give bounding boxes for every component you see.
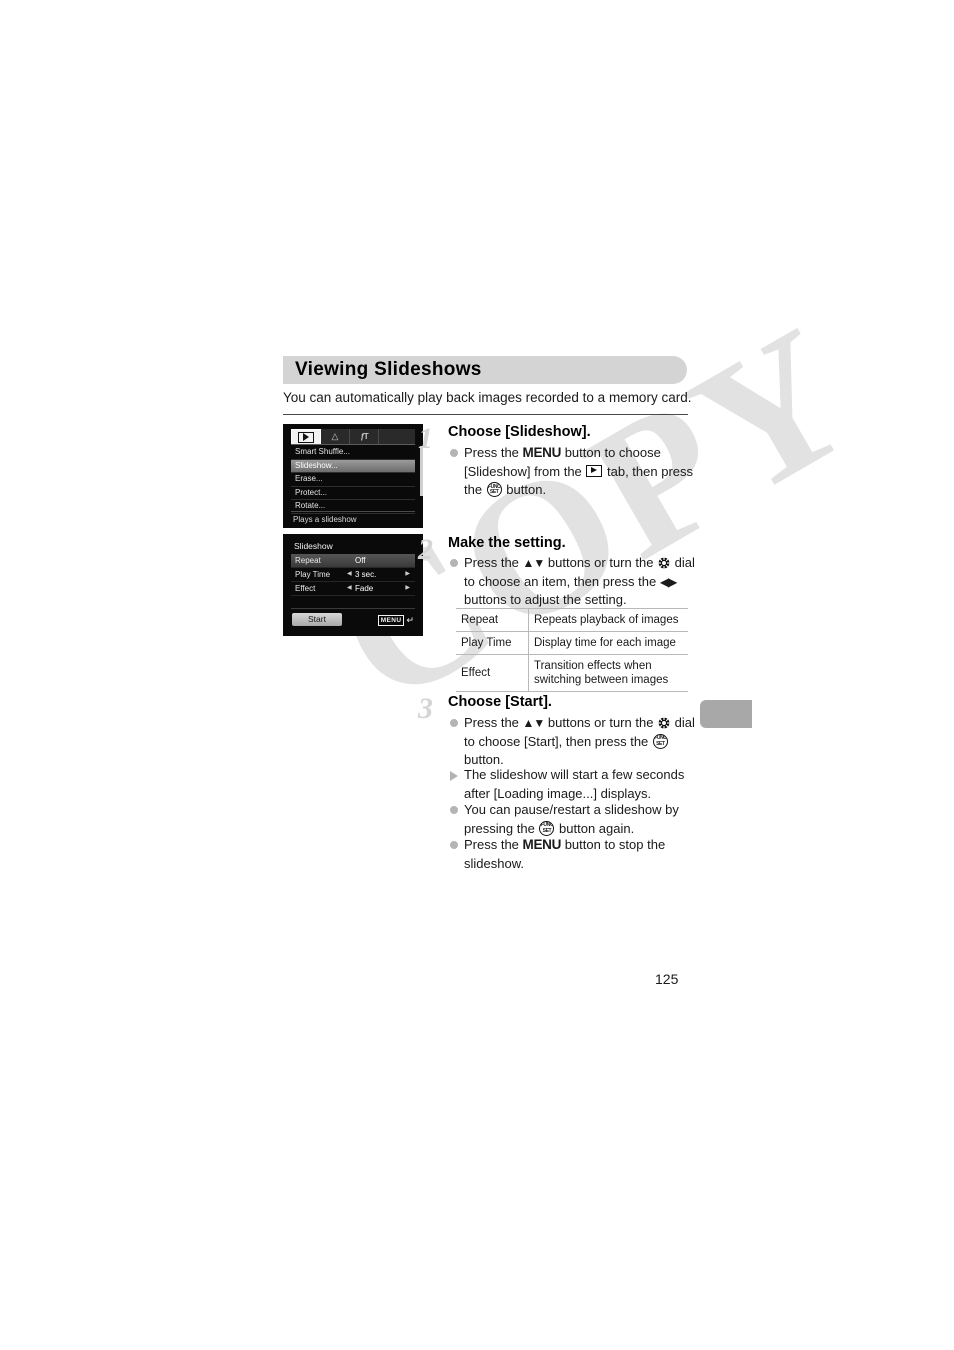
left-right-buttons-glyph: ◀▶ [659,574,677,589]
step3-bullet-1-text: Press the ▲▼ buttons or turn the dial to… [464,715,695,767]
setting-row-repeat[interactable]: Repeat Off [291,554,415,568]
setting-label-play-time: Play Time [295,570,331,579]
table-cell-desc-play-time: Display time for each image [534,637,676,649]
table-cell-desc-effect: Transition effects when switching betwee… [534,660,669,686]
menu-button-glyph: MENU [522,837,562,852]
left-arrow-icon[interactable]: ◀ [347,582,352,595]
page-number: 125 [655,971,679,987]
step3-bullet-3: You can pause/restart a slideshow by pre… [450,801,700,838]
up-down-buttons-glyph: ▲▼ [522,556,546,570]
step-title-3: Choose [Start]. [448,694,552,710]
right-arrow-icon[interactable]: ▶ [405,582,410,595]
return-arrow-icon: ↵ [406,615,414,625]
print-tab[interactable]: △ [321,429,350,444]
step2-bullet-1: Press the ▲▼ buttons or turn the dial to… [450,554,700,610]
step-title-1: Choose [Slideshow]. [448,424,591,440]
right-arrow-icon[interactable]: ▶ [405,568,410,581]
menu-item-slideshow[interactable]: Slideshow... [291,459,415,473]
func-set-button-glyph: FUNC SET [539,820,555,836]
step3-bullet-3-text: You can pause/restart a slideshow by pre… [464,802,679,836]
slideshow-settings-rows: Repeat Off Play Time ◀ 3 sec. ▶ Effect ◀… [291,554,415,596]
menu-button-glyph: MENU [522,445,562,460]
setup-tab[interactable]: ƒT [350,429,379,444]
divider-top [283,414,688,415]
setting-row-play-time[interactable]: Play Time ◀ 3 sec. ▶ [291,568,415,582]
table-row: Effect Transition effects when switching… [456,654,688,692]
manual-page: Viewing Slideshows You can automatically… [0,0,954,1350]
setting-label-repeat: Repeat [295,556,321,565]
control-dial-glyph [658,716,670,729]
chapter-margin-tab [700,700,752,728]
menu-item-erase[interactable]: Erase... [291,473,415,487]
func-set-button-glyph: FUNC SET [652,733,668,749]
step-number-1: 1 [418,422,433,455]
setting-value-effect: Fade [355,584,374,593]
playback-tab[interactable] [291,429,321,444]
tabbar-filler [379,429,415,444]
table-row: Repeat Repeats playback of images [456,608,688,632]
slideshow-bottom-divider [291,608,415,609]
step2-bullet-1-text: Press the ▲▼ buttons or turn the dial to… [464,555,695,607]
wrench-icon: ƒT [360,432,368,441]
left-arrow-icon[interactable]: ◀ [347,568,352,581]
intro-paragraph: You can automatically play back images r… [283,390,692,405]
bullet-dot-icon [450,559,458,567]
section-heading-band: Viewing Slideshows [283,356,687,384]
camera-screen-playback-menu: △ ƒT Smart Shuffle... Slideshow... Erase… [283,424,423,528]
table-cell-key-repeat: Repeat [456,608,529,632]
table-cell-key-effect: Effect [456,654,529,692]
setting-value-play-time: 3 sec. [355,570,377,579]
table-cell-key-play-time: Play Time [456,631,529,655]
bullet-dot-icon [450,841,458,849]
menu-tabbar: △ ƒT [291,429,415,445]
printer-icon: △ [331,431,339,441]
control-dial-glyph [658,556,670,569]
step-title-2: Make the setting. [448,535,566,551]
step3-bullet-4-text: Press the MENU button to stop the slides… [464,837,666,871]
bullet-dot-icon [450,719,458,727]
menu-hint-divider [291,511,415,512]
step-number-2: 2 [418,533,433,566]
playback-menu-list: Smart Shuffle... Slideshow... Erase... P… [291,446,415,514]
step1-bullet-1-text: Press the MENU button to choose [Slidesh… [464,445,694,497]
play-icon [298,431,314,443]
table-cell-desc-repeat: Repeats playback of images [534,614,679,626]
setting-label-effect: Effect [295,584,316,593]
step-number-3: 3 [418,692,433,725]
step3-bullet-2: The slideshow will start a few seconds a… [450,766,700,803]
func-set-button-glyph: FUNC SET [486,482,502,497]
bullet-triangle-icon [450,771,458,781]
setting-row-effect[interactable]: Effect ◀ Fade ▶ [291,582,415,596]
setting-value-repeat: Off [355,556,366,565]
slideshow-screen-title: Slideshow [294,541,333,551]
bullet-dot-icon [450,806,458,814]
page-title: Viewing Slideshows [295,359,482,380]
menu-item-smart-shuffle[interactable]: Smart Shuffle... [291,446,415,460]
menu-item-protect[interactable]: Protect... [291,487,415,500]
step1-bullet-1: Press the MENU button to choose [Slidesh… [450,444,700,500]
settings-description-table: Repeat Repeats playback of images Play T… [456,608,688,692]
table-row: Play Time Display time for each image [456,631,688,655]
start-button[interactable]: Start [292,613,342,626]
up-down-buttons-glyph: ▲▼ [522,716,546,730]
menu-badge-label: MENU [377,615,405,626]
step3-bullet-2-text: The slideshow will start a few seconds a… [464,767,685,801]
camera-screen-slideshow-settings: Slideshow Repeat Off Play Time ◀ 3 sec. … [283,534,423,636]
menu-hint-text: Plays a slideshow [293,515,357,524]
bullet-dot-icon [450,449,458,457]
step3-bullet-1: Press the ▲▼ buttons or turn the dial to… [450,714,700,770]
menu-back-indicator: MENU ↵ [377,615,414,626]
step3-bullet-4: Press the MENU button to stop the slides… [450,836,700,873]
playback-tab-glyph [586,464,603,477]
